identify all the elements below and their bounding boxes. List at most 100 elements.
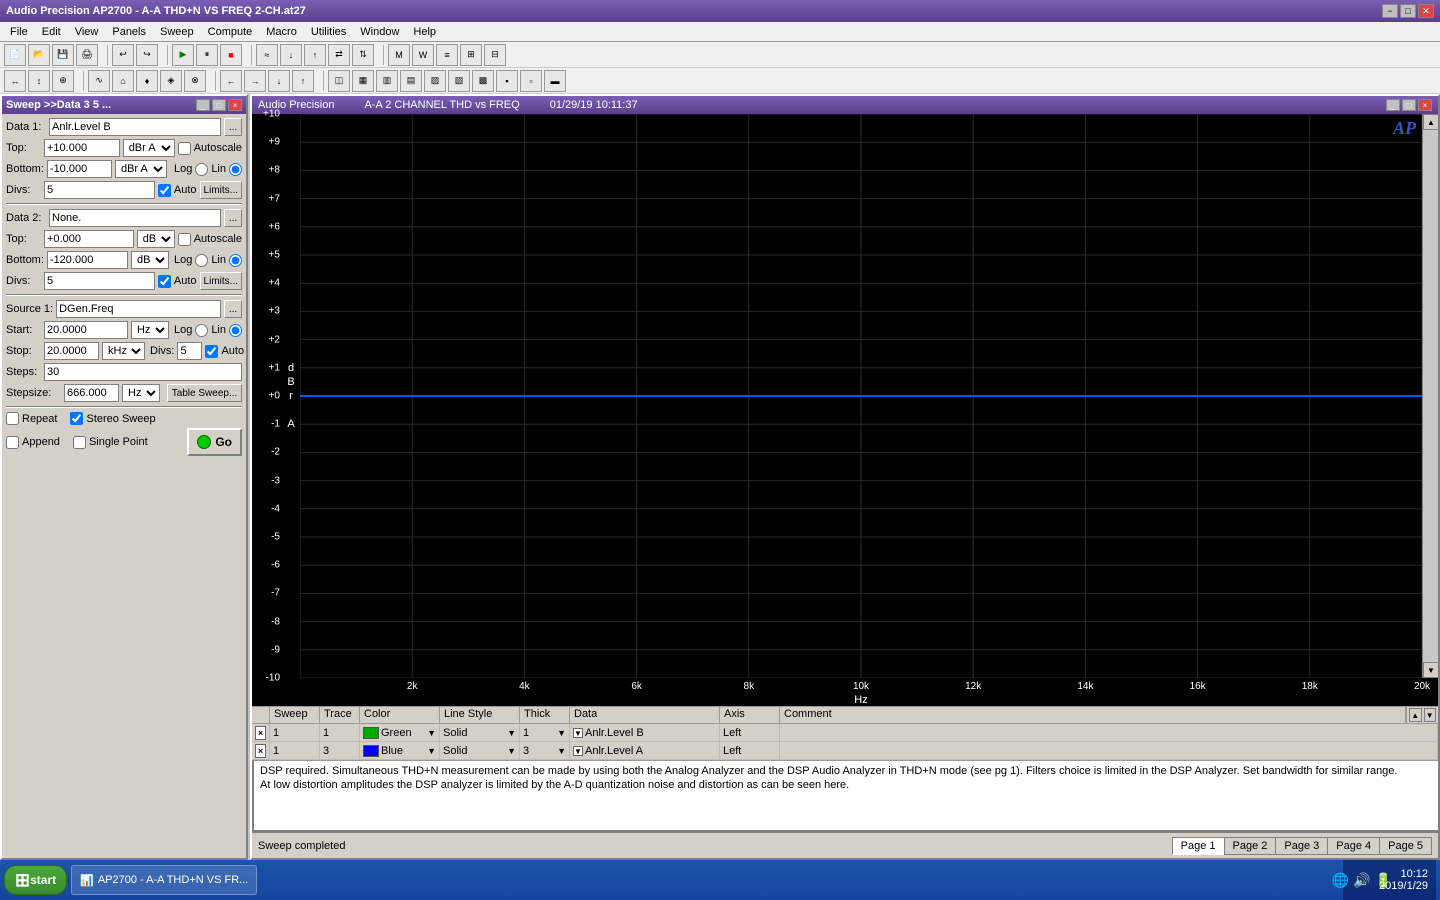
data1-limits[interactable]: Limits... — [200, 181, 242, 199]
legend-scroll-down[interactable]: ▼ — [1424, 708, 1437, 722]
scroll-down[interactable]: ▼ — [1423, 662, 1439, 678]
data2-autoscale-check[interactable] — [178, 233, 191, 246]
data1-autoscale-check[interactable] — [178, 142, 191, 155]
data2-bottom-value[interactable] — [47, 251, 128, 269]
source1-stop-unit[interactable]: kHz — [102, 342, 145, 360]
tb-e5[interactable]: ⊗ — [184, 70, 206, 92]
page-tab-2[interactable]: Page 2 — [1224, 837, 1276, 855]
tb-g3[interactable]: ▥ — [376, 70, 398, 92]
data2-limits[interactable]: Limits... — [200, 272, 242, 290]
data1-bottom-unit[interactable]: dBr A — [115, 160, 167, 178]
maximize-button[interactable]: □ — [1400, 4, 1416, 18]
row2-thick[interactable]: 3 ▼ — [520, 742, 570, 759]
source1-stop-value[interactable] — [44, 342, 99, 360]
page-tab-3[interactable]: Page 3 — [1275, 837, 1327, 855]
tb-g6[interactable]: ▧ — [448, 70, 470, 92]
data1-lin-radio[interactable] — [229, 163, 242, 176]
tb-g8[interactable]: ▪ — [496, 70, 518, 92]
tb-c5[interactable]: ⊟ — [484, 44, 506, 66]
append-check[interactable] — [6, 436, 19, 449]
tb-b4[interactable]: ⇄ — [328, 44, 350, 66]
sweep-panel-close[interactable]: × — [228, 99, 242, 111]
page-tab-4[interactable]: Page 4 — [1327, 837, 1379, 855]
chart-close[interactable]: × — [1418, 99, 1432, 111]
menu-help[interactable]: Help — [407, 24, 442, 40]
data2-bottom-unit[interactable]: dB — [131, 251, 169, 269]
row1-color-dropdown[interactable]: ▼ — [427, 728, 436, 738]
row2-data-checkbox[interactable]: ▼ — [573, 746, 583, 756]
chart-min[interactable]: _ — [1386, 99, 1400, 111]
repeat-check[interactable] — [6, 412, 19, 425]
tb-b5[interactable]: ⇅ — [352, 44, 374, 66]
data2-lin-radio[interactable] — [229, 254, 242, 267]
tb-g1[interactable]: ◫ — [328, 70, 350, 92]
start-button[interactable]: ⊞ start — [4, 865, 67, 895]
stepsize-value[interactable] — [64, 384, 119, 402]
row1-data-checkbox[interactable]: ▼ — [573, 728, 583, 738]
scroll-track[interactable] — [1423, 130, 1438, 662]
data2-auto-check[interactable] — [158, 275, 171, 288]
data1-top-value[interactable] — [44, 139, 120, 157]
data2-input[interactable] — [49, 209, 221, 227]
data2-top-unit[interactable]: dB — [137, 230, 175, 248]
minimize-button[interactable]: − — [1382, 4, 1398, 18]
tb-c1[interactable]: M — [388, 44, 410, 66]
tb-f3[interactable]: ↓ — [268, 70, 290, 92]
tb-open[interactable]: 📂 — [28, 44, 50, 66]
menu-panels[interactable]: Panels — [106, 24, 152, 40]
menu-window[interactable]: Window — [354, 24, 405, 40]
data2-log-radio[interactable] — [195, 254, 208, 267]
data1-log-radio[interactable] — [195, 163, 208, 176]
sweep-panel-min[interactable]: _ — [196, 99, 210, 111]
tb-stop[interactable]: ■ — [220, 44, 242, 66]
table-sweep-btn[interactable]: Table Sweep... — [167, 384, 242, 402]
tb-f2[interactable]: → — [244, 70, 266, 92]
steps-value[interactable] — [44, 363, 242, 381]
menu-utilities[interactable]: Utilities — [305, 24, 352, 40]
tb-e1[interactable]: ∿ — [88, 70, 110, 92]
tb-g4[interactable]: ▤ — [400, 70, 422, 92]
single-point-check[interactable] — [73, 436, 86, 449]
data1-top-unit[interactable]: dBr A — [123, 139, 175, 157]
data1-input[interactable] — [49, 118, 221, 136]
close-button[interactable]: ✕ — [1418, 4, 1434, 18]
stepsize-unit[interactable]: Hz — [122, 384, 160, 402]
tb-c4[interactable]: ⊞ — [460, 44, 482, 66]
row1-linestyle[interactable]: Solid ▼ — [440, 724, 520, 741]
menu-file[interactable]: File — [4, 24, 34, 40]
data2-browse[interactable]: ... — [224, 209, 242, 227]
tb-pause[interactable]: ⏸ — [196, 44, 218, 66]
chart-max[interactable]: □ — [1402, 99, 1416, 111]
tb-new[interactable]: 📄 — [4, 44, 26, 66]
tb-c2[interactable]: W — [412, 44, 434, 66]
menu-macro[interactable]: Macro — [260, 24, 303, 40]
tb-e4[interactable]: ◈ — [160, 70, 182, 92]
row2-linestyle[interactable]: Solid ▼ — [440, 742, 520, 759]
scroll-up[interactable]: ▲ — [1423, 114, 1439, 130]
page-tab-5[interactable]: Page 5 — [1379, 837, 1432, 855]
source1-input[interactable] — [56, 300, 221, 318]
row1-check[interactable]: × — [252, 724, 270, 741]
tb-g10[interactable]: ▬ — [544, 70, 566, 92]
source1-auto-check[interactable] — [205, 345, 218, 358]
menu-edit[interactable]: Edit — [36, 24, 67, 40]
source1-start-value[interactable] — [44, 321, 128, 339]
row1-linestyle-dropdown[interactable]: ▼ — [507, 728, 516, 738]
page-tab-1[interactable]: Page 1 — [1172, 837, 1224, 855]
data2-divs-value[interactable] — [44, 272, 155, 290]
tb-g2[interactable]: ▦ — [352, 70, 374, 92]
tb-print[interactable]: 🖨 — [76, 44, 98, 66]
menu-compute[interactable]: Compute — [202, 24, 259, 40]
tb-save[interactable]: 💾 — [52, 44, 74, 66]
menu-view[interactable]: View — [69, 24, 105, 40]
row2-check[interactable]: × — [252, 742, 270, 759]
tb-g9[interactable]: ▫ — [520, 70, 542, 92]
tb-run[interactable]: ▶ — [172, 44, 194, 66]
chart-scrollbar[interactable]: ▲ ▼ — [1422, 114, 1438, 678]
sweep-panel-max[interactable]: □ — [212, 99, 226, 111]
tb-b1[interactable]: ≈ — [256, 44, 278, 66]
go-button[interactable]: Go — [187, 428, 242, 456]
tb-d1[interactable]: ↔ — [4, 70, 26, 92]
data1-browse[interactable]: ... — [224, 118, 242, 136]
row2-thick-dropdown[interactable]: ▼ — [557, 746, 566, 756]
